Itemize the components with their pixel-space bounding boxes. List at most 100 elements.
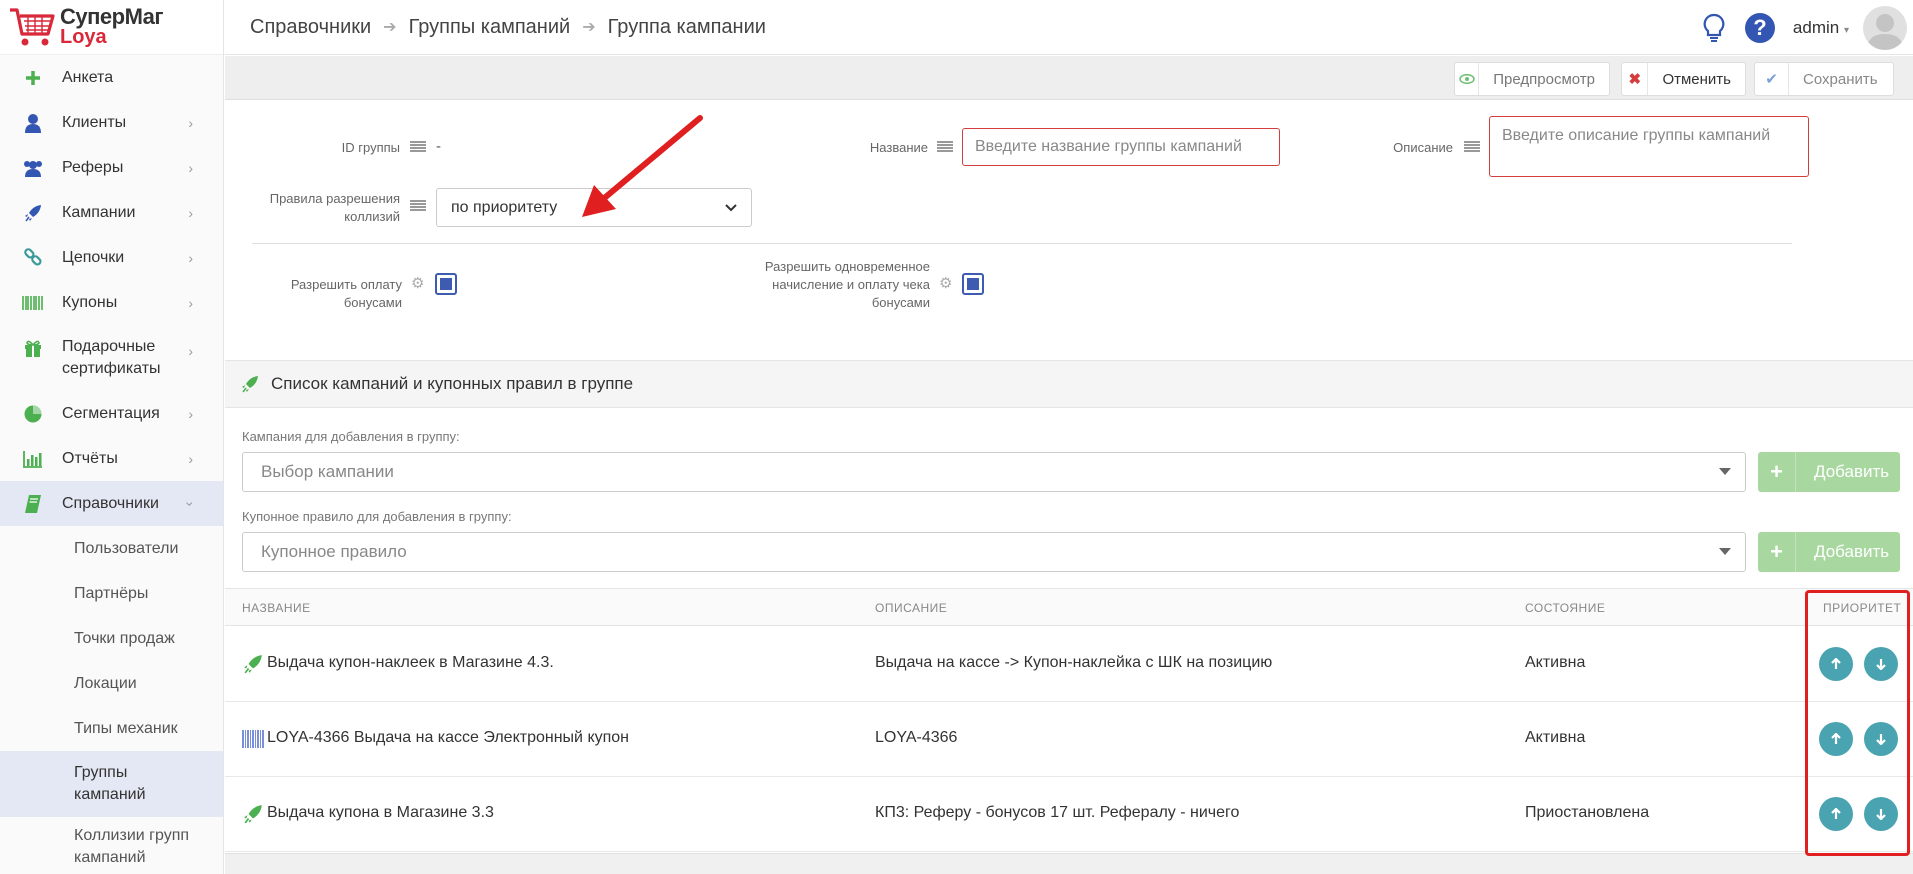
table-footer	[225, 853, 1913, 874]
user-menu[interactable]: admin ▾	[1793, 18, 1849, 38]
gift-icon	[22, 337, 44, 359]
preview-button[interactable]: Предпросмотр	[1454, 62, 1610, 96]
chevron-right-icon: ›	[188, 405, 193, 422]
brand-sub: Loya	[60, 26, 107, 48]
plus-icon	[22, 67, 44, 89]
sidebar-subitem-group-collisions[interactable]: Коллизии групп кампаний	[0, 817, 223, 873]
help-icon[interactable]: ?	[1744, 12, 1775, 43]
name-input[interactable]: Введите название группы кампаний	[962, 128, 1280, 166]
sidebar-subitem-users[interactable]: Пользователи	[0, 526, 223, 571]
sidebar-item-label: Кампании	[62, 203, 136, 221]
chevron-down-icon: ›	[182, 501, 199, 506]
caret-down-icon	[1719, 468, 1731, 475]
sidebar-subitem-locations[interactable]: Локации	[0, 661, 223, 706]
sidebar-subitem-points-of-sale[interactable]: Точки продаж	[0, 616, 223, 661]
sidebar-item-chains[interactable]: Цепочки ›	[0, 235, 223, 280]
simultaneous-accrual-label-line1: Разрешить одновременное	[764, 259, 930, 274]
sidebar-item-referers[interactable]: Реферы ›	[0, 145, 223, 190]
row-description: LOYA-4366	[875, 729, 958, 746]
save-button[interactable]: ✔ Сохранить	[1754, 62, 1894, 96]
divider	[252, 243, 1792, 244]
sidebar-item-anketa[interactable]: Анкета	[0, 55, 223, 100]
toolbar: Предпросмотр ✖ Отменить ✔ Сохранить	[225, 56, 1913, 100]
add-coupon-button[interactable]: + Добавить	[1758, 532, 1900, 572]
logo[interactable]: СуперМаг Loya	[0, 0, 223, 55]
sidebar-item-campaigns[interactable]: Кампании ›	[0, 190, 223, 235]
row-name[interactable]: Выдача купон-наклеек в Магазине 4.3.	[267, 654, 554, 672]
row-name[interactable]: Выдача купона в Магазине 3.3	[267, 804, 494, 822]
chevron-right-icon: ›	[188, 204, 193, 221]
coupon-rule-select[interactable]: Купонное правило	[242, 532, 1746, 572]
chevron-right-icon: ›	[188, 159, 193, 176]
description-textarea[interactable]: Введите описание группы кампаний	[1489, 116, 1809, 177]
checkbox-checked-mark	[967, 278, 979, 290]
avatar[interactable]	[1863, 5, 1907, 50]
column-header-name[interactable]: Название	[242, 601, 311, 615]
sidebar-item-label: Анкета	[62, 68, 114, 86]
coupon-select-placeholder: Купонное правило	[261, 542, 407, 561]
table-row[interactable]: Выдача купон-наклеек в Магазине 4.3. Выд…	[225, 627, 1913, 702]
bonus-payment-label: Разрешить оплату бонусами	[290, 277, 402, 310]
checkbox-checked-mark	[440, 278, 452, 290]
caret-down-icon: ▾	[1843, 24, 1849, 36]
coupon-add-label: Купонное правило для добавления в группу…	[242, 509, 512, 524]
breadcrumb-item[interactable]: Справочники	[250, 16, 371, 39]
row-state: Приостановлена	[1525, 804, 1650, 821]
row-name[interactable]: LOYA-4366 Выдача на кассе Электронный ку…	[267, 729, 629, 747]
lightbulb-icon[interactable]	[1701, 13, 1727, 43]
book-icon	[22, 493, 44, 515]
simultaneous-accrual-checkbox[interactable]	[962, 273, 984, 295]
sidebar-subitem-mechanic-types[interactable]: Типы механик	[0, 706, 223, 751]
rocket-icon	[242, 376, 258, 393]
simultaneous-accrual-label-line2: начисление и оплату чека	[772, 277, 930, 292]
column-header-state[interactable]: Состояние	[1525, 601, 1605, 615]
row-state: Активна	[1525, 729, 1586, 746]
plus-icon: +	[1758, 452, 1796, 492]
bonus-payment-checkbox[interactable]	[435, 273, 457, 295]
campaign-select[interactable]: Выбор кампании	[242, 452, 1746, 492]
campaign-select-placeholder: Выбор кампании	[261, 462, 394, 481]
sidebar-item-coupons[interactable]: Купоны ›	[0, 280, 223, 325]
breadcrumb-item[interactable]: Группы кампаний	[409, 16, 571, 39]
collision-rules-value: по приоритету	[451, 198, 558, 216]
close-icon: ✖	[1622, 63, 1649, 95]
chevron-down-icon	[725, 203, 737, 211]
sidebar-subitem-partners[interactable]: Партнёры	[0, 571, 223, 616]
sidebar-item-label: Реферы	[62, 158, 124, 176]
preview-label: Предпросмотр	[1493, 70, 1595, 88]
sidebar-item-label: Цепочки	[62, 248, 125, 266]
cancel-button[interactable]: ✖ Отменить	[1621, 62, 1746, 96]
id-label: ID группы	[341, 140, 400, 155]
table-row[interactable]: LOYA-4366 Выдача на кассе Электронный ку…	[225, 702, 1913, 777]
chevron-right-icon: ›	[188, 294, 193, 311]
sidebar-item-gift-certificates[interactable]: Подарочные сертификаты ›	[0, 325, 223, 391]
arrow-right-icon: ➔	[582, 19, 596, 36]
sidebar-subitem-label: Коллизии групп кампаний	[74, 827, 190, 866]
sidebar-item-label: Сегментация	[62, 404, 160, 422]
user-name: admin	[1792, 17, 1840, 37]
column-header-description[interactable]: Описание	[875, 601, 947, 615]
name-label: Название	[869, 140, 928, 155]
table-row[interactable]: Выдача купона в Магазине 3.3 КП3: Реферу…	[225, 777, 1913, 852]
chevron-right-icon: ›	[188, 450, 193, 467]
barcode-icon	[242, 730, 264, 748]
gear-icon: ⚙	[939, 275, 953, 292]
add-campaign-button[interactable]: + Добавить	[1758, 452, 1900, 492]
sidebar-subitem-campaign-groups[interactable]: Группы кампаний	[0, 751, 223, 817]
add-label: Добавить	[1814, 542, 1890, 561]
sidebar-item-references[interactable]: Справочники ›	[0, 481, 223, 526]
sidebar-item-label: Купоны	[62, 293, 118, 311]
rocket-icon	[22, 202, 44, 224]
sidebar-item-label: Справочники	[62, 494, 159, 512]
sidebar-item-segmentation[interactable]: Сегментация ›	[0, 391, 223, 436]
cancel-label: Отменить	[1662, 70, 1731, 88]
table-header: Название Описание Состояние Приоритет	[225, 588, 1913, 626]
check-icon: ✔	[1755, 63, 1789, 95]
text-format-icon	[410, 141, 426, 153]
bar-chart-icon	[22, 448, 44, 470]
cart-logo-icon	[10, 8, 55, 46]
sidebar-subitem-label: Группы кампаний	[74, 764, 146, 803]
sidebar-item-clients[interactable]: Клиенты ›	[0, 100, 223, 145]
sidebar-item-reports[interactable]: Отчёты ›	[0, 436, 223, 481]
chevron-right-icon: ›	[188, 114, 193, 131]
